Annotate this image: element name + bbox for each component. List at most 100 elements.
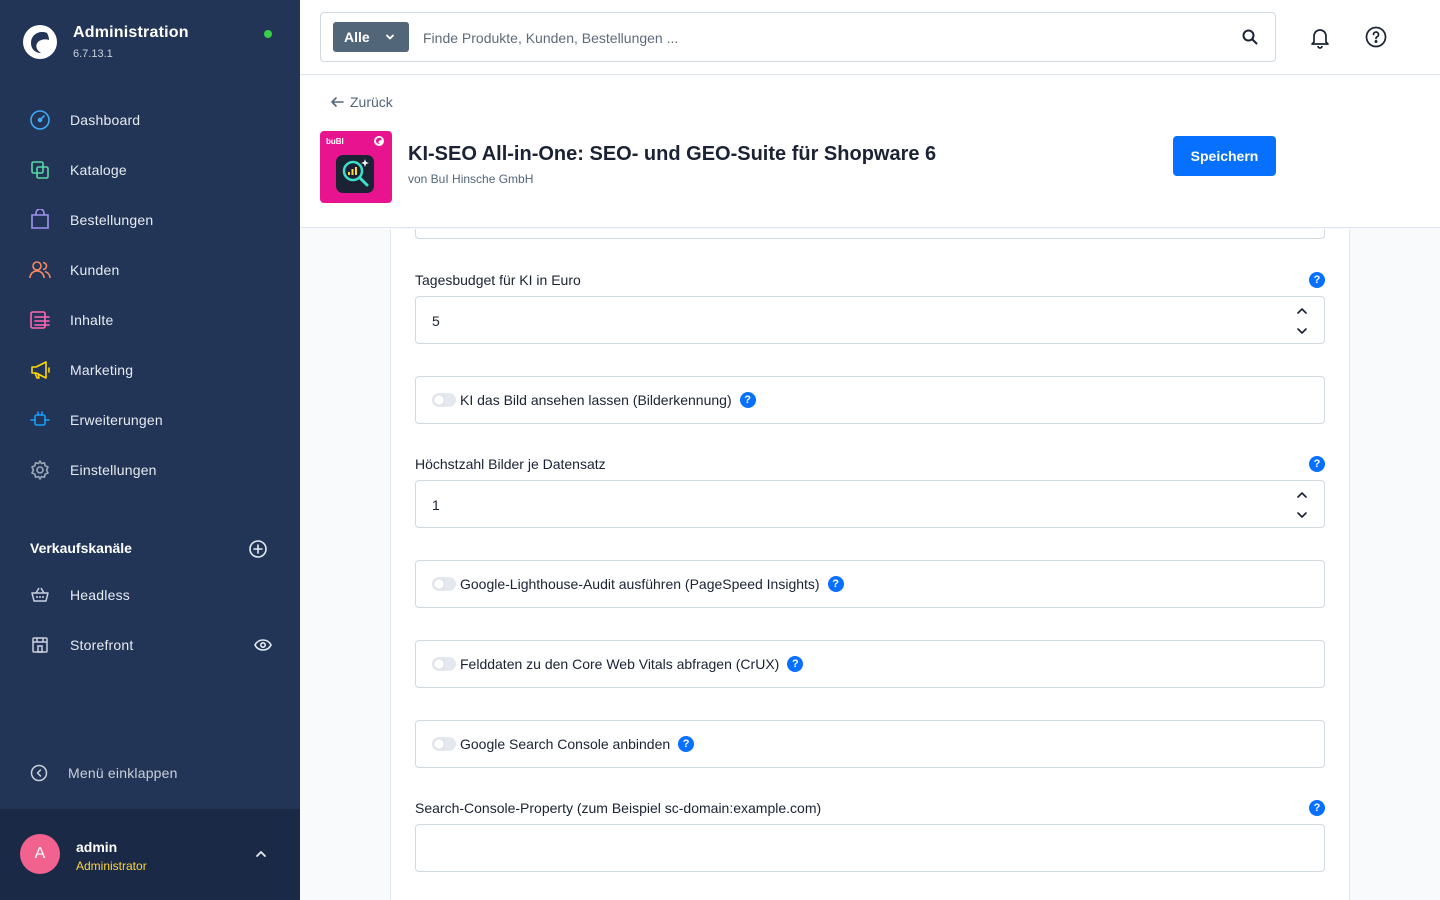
channel-label: Storefront <box>70 637 134 653</box>
help-icon[interactable]: ? <box>787 656 804 672</box>
plugin-logo: buBI <box>320 131 392 203</box>
notifications-bell-icon[interactable] <box>1308 25 1332 49</box>
brand-title: Administration <box>73 24 189 41</box>
previous-field[interactable] <box>415 229 1325 239</box>
basket-icon <box>28 583 52 607</box>
svg-text:buBI: buBI <box>326 137 344 146</box>
nav-label: Erweiterungen <box>70 412 163 428</box>
decrement-button[interactable] <box>1294 324 1310 338</box>
marketing-icon <box>28 358 52 382</box>
crux-label: Felddaten zu den Core Web Vitals abfrage… <box>460 656 780 672</box>
crux-switch-field: Felddaten zu den Core Web Vitals abfrage… <box>415 640 1325 688</box>
chevron-down-icon <box>386 34 394 40</box>
sales-channels-title: Verkaufskanäle <box>30 540 132 556</box>
nav-item-orders[interactable]: Bestellungen <box>0 195 300 245</box>
budget-label: Tagesbudget für KI in Euro <box>415 272 581 288</box>
dashboard-icon <box>28 108 52 132</box>
image-recognition-switch-field: KI das Bild ansehen lassen (Bilderkennun… <box>415 376 1325 424</box>
nav-label: Einstellungen <box>70 462 157 478</box>
gsc-property-label: Search-Console-Property (zum Beispiel sc… <box>415 800 822 816</box>
sidebar: Administration 6.7.13.1 Dashboard Katalo… <box>0 0 300 900</box>
max-images-input[interactable] <box>432 493 1252 517</box>
nav-label: Dashboard <box>70 112 141 128</box>
user-menu[interactable]: A admin Administrator <box>0 809 300 900</box>
gsc-label: Google Search Console anbinden <box>460 736 671 752</box>
back-link[interactable]: Zurück <box>330 94 393 110</box>
collapse-menu-button[interactable]: Menü einklappen <box>30 764 178 782</box>
lighthouse-switch-field: Google-Lighthouse-Audit ausführen (PageS… <box>415 560 1325 608</box>
gsc-switch-field: Google Search Console anbinden ? <box>415 720 1325 768</box>
global-search: Alle <box>320 12 1276 62</box>
chevron-down-icon <box>1297 512 1307 518</box>
nav-label: Inhalte <box>70 312 114 328</box>
image-recognition-label: KI das Bild ansehen lassen (Bilderkennun… <box>460 392 732 408</box>
help-icon[interactable]: ? <box>678 736 695 752</box>
chevron-up-icon <box>1297 308 1307 314</box>
gsc-property-input[interactable] <box>432 837 1292 861</box>
brand-version: 6.7.13.1 <box>73 48 113 60</box>
status-indicator <box>264 30 272 38</box>
eye-icon[interactable] <box>254 637 272 653</box>
search-type-value: Alle <box>344 29 370 45</box>
increment-button[interactable] <box>1294 304 1310 318</box>
settings-card: Tagesbudget für KI in Euro ? KI das Bild… <box>390 229 1350 900</box>
search-type-select[interactable]: Alle <box>333 22 409 52</box>
extensions-icon <box>28 408 52 432</box>
add-sales-channel-icon[interactable] <box>248 539 268 559</box>
plugin-title: KI-SEO All-in-One: SEO- und GEO-Suite fü… <box>408 143 937 165</box>
nav-item-marketing[interactable]: Marketing <box>0 345 300 395</box>
plugin-header: Zurück buBI KI-SEO All-in-One: SEO- und … <box>300 76 1440 228</box>
orders-icon <box>28 208 52 232</box>
budget-field <box>415 296 1325 344</box>
nav-label: Marketing <box>70 362 134 378</box>
help-icon[interactable]: ? <box>1309 800 1325 816</box>
nav-item-dashboard[interactable]: Dashboard <box>0 95 300 145</box>
sales-channel-storefront[interactable]: Storefront <box>28 630 278 660</box>
catalog-icon <box>28 158 52 182</box>
help-icon[interactable]: ? <box>827 576 844 592</box>
back-label: Zurück <box>350 94 393 110</box>
nav-item-content[interactable]: Inhalte <box>0 295 300 345</box>
settings-content: Tagesbudget für KI in Euro ? KI das Bild… <box>300 229 1440 900</box>
lighthouse-label: Google-Lighthouse-Audit ausführen (PageS… <box>460 576 820 592</box>
content-icon <box>28 308 52 332</box>
increment-button[interactable] <box>1294 488 1310 502</box>
search-input[interactable] <box>423 25 1203 51</box>
gsc-property-field <box>415 824 1325 872</box>
help-icon[interactable] <box>1364 25 1388 49</box>
shopware-logo <box>23 25 57 59</box>
nav-item-extensions[interactable]: Erweiterungen <box>0 395 300 445</box>
search-icon[interactable] <box>1241 28 1259 46</box>
nav-label: Bestellungen <box>70 212 154 228</box>
decrement-button[interactable] <box>1294 508 1310 522</box>
customers-icon <box>28 258 52 282</box>
budget-input[interactable] <box>432 309 1252 333</box>
nav-item-catalogs[interactable]: Kataloge <box>0 145 300 195</box>
nav-label: Kunden <box>70 262 120 278</box>
main-nav: Dashboard Kataloge Bestellungen Kunden I… <box>0 95 300 495</box>
chevron-down-icon <box>1297 328 1307 334</box>
gsc-toggle[interactable] <box>432 737 456 751</box>
image-recognition-toggle[interactable] <box>432 393 456 407</box>
plugin-logo-graphic: buBI <box>326 136 384 193</box>
top-header: Alle <box>300 0 1440 75</box>
sales-channel-headless[interactable]: Headless <box>28 580 278 610</box>
help-icon[interactable]: ? <box>739 392 756 408</box>
help-icon[interactable]: ? <box>1309 456 1325 472</box>
help-icon[interactable]: ? <box>1309 272 1325 288</box>
brand[interactable]: Administration 6.7.13.1 <box>22 24 189 60</box>
settings-icon <box>28 458 52 482</box>
save-button[interactable]: Speichern <box>1173 136 1276 176</box>
arrow-left-icon <box>331 97 344 107</box>
crux-toggle[interactable] <box>432 657 456 671</box>
chevron-up-icon[interactable] <box>254 847 268 861</box>
nav-label: Kataloge <box>70 162 127 178</box>
storefront-icon <box>28 633 52 657</box>
lighthouse-toggle[interactable] <box>432 577 456 591</box>
nav-item-customers[interactable]: Kunden <box>0 245 300 295</box>
nav-item-settings[interactable]: Einstellungen <box>0 445 300 495</box>
user-name: admin <box>76 839 118 855</box>
avatar: A <box>20 834 60 874</box>
collapse-label: Menü einklappen <box>68 765 178 781</box>
max-images-field <box>415 480 1325 528</box>
